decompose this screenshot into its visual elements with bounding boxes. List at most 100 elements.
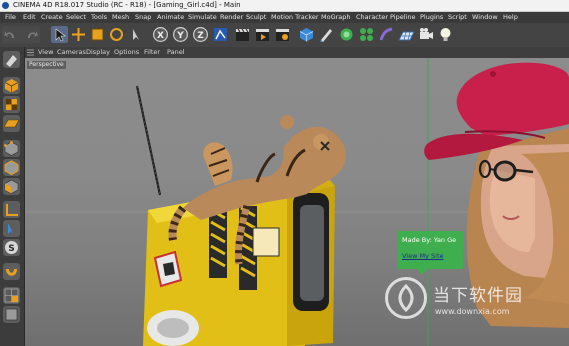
menu-plugins[interactable]: Plugins: [420, 12, 443, 23]
menu-file[interactable]: File: [5, 12, 16, 23]
menu-snap[interactable]: Snap: [135, 12, 151, 23]
make-editable-button[interactable]: [3, 51, 20, 68]
points-cube-icon: [4, 141, 19, 156]
coordinate-system-icon: [214, 28, 227, 41]
make-editable-icon: [6, 55, 17, 67]
site-watermark: 当下软件园 www.downxia.com: [383, 277, 569, 323]
menu-help[interactable]: Help: [503, 12, 518, 23]
arrow-cursor-icon: [55, 28, 66, 42]
menu-script[interactable]: Script: [448, 12, 467, 23]
cube-primitive-button[interactable]: [298, 26, 315, 43]
move-icon: [72, 28, 85, 41]
menu-motion-tracker[interactable]: Motion Tracker: [271, 12, 319, 23]
model-mode-button[interactable]: [3, 77, 20, 94]
array-button[interactable]: [358, 26, 375, 43]
x-axis-lock-button[interactable]: X: [152, 26, 169, 43]
grid-lock-button[interactable]: [3, 287, 20, 304]
edges-cube-icon: [4, 160, 19, 176]
checker-texture-icon: [6, 99, 17, 110]
tweak-arrow-icon: [8, 223, 14, 235]
render-view-button[interactable]: [234, 26, 251, 43]
scale-tool-button[interactable]: [89, 26, 106, 43]
select-tool-button[interactable]: [51, 26, 68, 43]
camera-button[interactable]: [418, 26, 435, 43]
points-mode-button[interactable]: [3, 140, 20, 157]
floor-grid-icon: [398, 31, 415, 41]
z-axis-lock-button[interactable]: Z: [192, 26, 209, 43]
undo-icon[interactable]: [4, 31, 14, 38]
pen-spline-button[interactable]: [318, 26, 335, 43]
menu-pipeline[interactable]: Pipeline: [390, 12, 415, 23]
polygons-cube-icon: [4, 179, 19, 194]
redo-icon[interactable]: [28, 31, 38, 38]
magnet-icon: [6, 269, 17, 276]
viewport-menu-cameras[interactable]: Cameras: [57, 47, 86, 58]
viewport-menu-panel[interactable]: Panel: [167, 47, 185, 58]
floor-button[interactable]: [398, 26, 415, 43]
render-to-picture-viewer-button[interactable]: [254, 26, 271, 43]
viewport-grip-icon[interactable]: [27, 49, 34, 56]
solo-cube-icon: [5, 308, 18, 321]
x-axis-label: X: [157, 31, 164, 41]
deformer-button[interactable]: [378, 26, 395, 43]
render-settings-button[interactable]: [274, 26, 291, 43]
author-tooltip: Made By: Yan Ge View My Site: [397, 231, 463, 275]
menu-bar: File Edit Create Select Tools Mesh Snap …: [0, 12, 569, 23]
light-button[interactable]: [437, 26, 454, 43]
viewport-menu-filter[interactable]: Filter: [144, 47, 160, 58]
viewport-menu-bar: View Cameras Display Options Filter Pane…: [25, 47, 569, 58]
viewport-menu-view[interactable]: View: [38, 47, 53, 58]
menu-simulate[interactable]: Simulate: [188, 12, 217, 23]
array-icon: [360, 28, 373, 41]
robot-antenna: [135, 85, 162, 196]
viewport-menu-options[interactable]: Options: [114, 47, 139, 58]
live-select-button[interactable]: [127, 26, 144, 43]
edges-mode-button[interactable]: [3, 159, 20, 176]
cube-model-icon: [4, 79, 19, 93]
menu-select[interactable]: Select: [66, 12, 86, 23]
menu-mograph[interactable]: MoGraph: [321, 12, 351, 23]
menu-window[interactable]: Window: [472, 12, 498, 23]
subdivision-icon: [340, 28, 353, 41]
clapperboard-gear-icon: [276, 29, 289, 41]
view-my-site-link[interactable]: View My Site: [402, 252, 444, 260]
window-title: CINEMA 4D R18.017 Studio (RC - R18) - [G…: [13, 1, 241, 9]
bend-deformer-icon: [379, 27, 393, 41]
coordinate-system-button[interactable]: [212, 26, 229, 43]
workplane-icon: [3, 119, 20, 128]
axis-mode-button[interactable]: [3, 201, 20, 218]
y-axis-lock-button[interactable]: Y: [172, 26, 189, 43]
tweak-mode-button[interactable]: [3, 220, 20, 237]
tooltip-pointer: [417, 269, 427, 275]
menu-sculpt[interactable]: Sculpt: [246, 12, 266, 23]
menu-character[interactable]: Character: [356, 12, 388, 23]
y-axis-label: Y: [176, 31, 184, 41]
magnet-button[interactable]: [3, 263, 20, 280]
undo-redo-group: [2, 26, 40, 43]
menu-mesh[interactable]: Mesh: [112, 12, 129, 23]
menu-animate[interactable]: Animate: [157, 12, 184, 23]
cube-icon: [299, 28, 314, 42]
menu-tools[interactable]: Tools: [91, 12, 107, 23]
menu-edit[interactable]: Edit: [23, 12, 36, 23]
viewport-solo-button[interactable]: [3, 306, 20, 323]
grid-lock-icon: [4, 288, 19, 303]
polygons-mode-button[interactable]: [3, 178, 20, 195]
menu-create[interactable]: Create: [41, 12, 63, 23]
rotate-tool-button[interactable]: [108, 26, 125, 43]
pointer-icon: [133, 29, 139, 40]
title-bar: CINEMA 4D R18.017 Studio (RC - R18) - [G…: [0, 0, 569, 12]
cinema4d-app-icon: [2, 2, 9, 9]
viewport-menu-display[interactable]: Display: [86, 47, 110, 58]
workplane-mode-button[interactable]: [3, 115, 20, 132]
z-axis-label: Z: [197, 31, 204, 41]
menu-render[interactable]: Render: [220, 12, 243, 23]
move-tool-button[interactable]: [70, 26, 87, 43]
author-credit: Made By: Yan Ge: [402, 236, 457, 244]
axis-icon: [6, 204, 18, 216]
camera-icon: [420, 28, 433, 39]
pen-icon: [320, 29, 332, 42]
subdivision-button[interactable]: [338, 26, 355, 43]
texture-mode-button[interactable]: [3, 96, 20, 113]
snap-button[interactable]: S: [3, 239, 20, 256]
